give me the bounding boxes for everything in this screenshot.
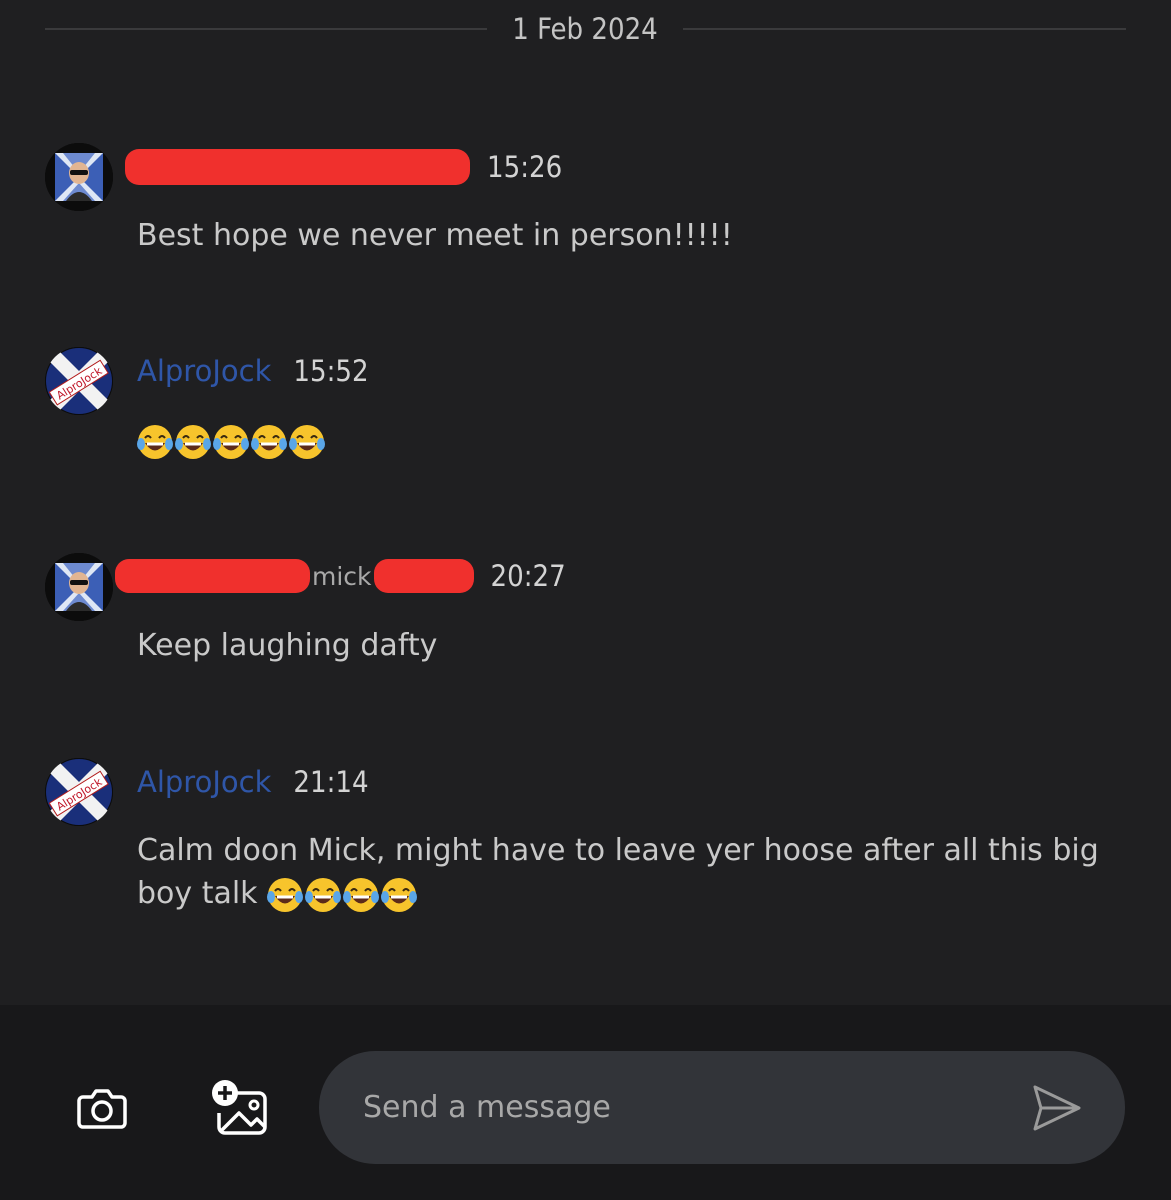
divider-line-right <box>683 28 1126 30</box>
message-text: Best hope we never meet in person!!!!! <box>137 218 733 253</box>
add-image-icon <box>212 1080 267 1135</box>
message-header: AlproJock 15:52 <box>137 349 369 393</box>
username-link[interactable]: AlproJock <box>137 765 271 799</box>
redacted-username <box>115 559 310 593</box>
laughing-crying-emoji-icon <box>289 424 325 459</box>
message-composer <box>0 1005 1171 1200</box>
message: AlproJock AlproJock 15:52 <box>0 345 1171 475</box>
avatar[interactable] <box>45 143 113 211</box>
add-image-button[interactable] <box>209 1077 271 1139</box>
message-emoji-row <box>137 419 1127 462</box>
camera-icon <box>77 1089 127 1129</box>
laughing-crying-emoji-icon <box>175 424 211 459</box>
redacted-username <box>125 149 470 185</box>
laughing-crying-emoji-icon <box>137 424 173 459</box>
date-label: 1 Feb 2024 <box>512 12 658 46</box>
username-link[interactable]: AlproJock <box>137 354 271 388</box>
message: 15:26 Best hope we never meet in person!… <box>0 140 1171 280</box>
message-header: mick 20:27 <box>115 554 566 598</box>
message-time: 21:14 <box>293 765 369 799</box>
redacted-username <box>373 559 474 593</box>
message: AlproJock AlproJock 21:14 Calm doon Mick… <box>0 755 1171 925</box>
message-time: 15:52 <box>293 354 369 388</box>
emoji-group <box>267 877 418 913</box>
bald-man-sunglasses-icon <box>45 553 113 621</box>
message-input-box <box>319 1051 1125 1164</box>
message-header: AlproJock 21:14 <box>137 760 369 804</box>
laughing-crying-emoji-icon <box>381 877 418 912</box>
emoji-group <box>137 424 325 460</box>
message-time: 20:27 <box>490 559 566 593</box>
divider-line-left <box>45 28 487 30</box>
laughing-crying-emoji-icon <box>213 424 249 459</box>
laughing-crying-emoji-icon <box>251 424 287 459</box>
message: mick 20:27 Keep laughing dafty <box>0 550 1171 680</box>
date-divider: 1 Feb 2024 <box>45 0 1126 60</box>
message-input[interactable] <box>363 1051 1003 1164</box>
avatar[interactable]: AlproJock <box>45 347 113 415</box>
send-icon <box>1033 1085 1081 1131</box>
message-time: 15:26 <box>487 150 563 184</box>
laughing-crying-emoji-icon <box>343 877 380 912</box>
avatar[interactable] <box>45 553 113 621</box>
username-fragment[interactable]: mick <box>312 562 372 591</box>
message-text: Keep laughing dafty <box>137 628 438 663</box>
laughing-crying-emoji-icon <box>267 877 304 912</box>
message-header: 15:26 <box>125 145 562 189</box>
laughing-crying-emoji-icon <box>305 877 342 912</box>
message-text-block: Calm doon Mick, might have to leave yer … <box>137 829 1127 915</box>
camera-button[interactable] <box>71 1077 133 1139</box>
avatar[interactable]: AlproJock <box>45 758 113 826</box>
saltire-flag-avatar-icon: AlproJock <box>45 758 113 826</box>
bald-man-sunglasses-icon <box>45 143 113 211</box>
saltire-flag-avatar-icon: AlproJock <box>45 347 113 415</box>
send-button[interactable] <box>1029 1081 1085 1135</box>
